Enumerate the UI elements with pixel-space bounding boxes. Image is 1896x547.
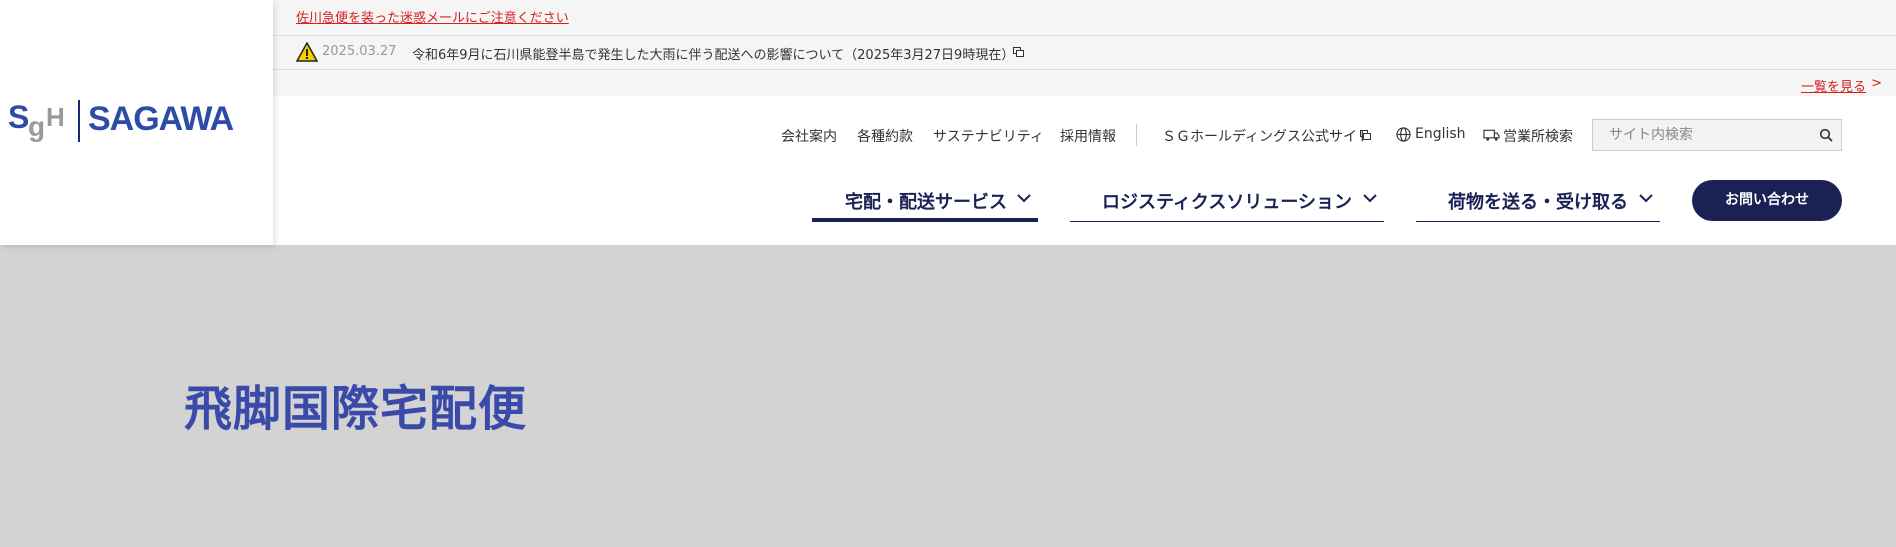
warning-icon: [296, 42, 318, 62]
util-link-office-search[interactable]: 営業所検索: [1503, 126, 1573, 146]
util-link-company[interactable]: 会社案内: [781, 126, 837, 146]
util-separator: [1136, 124, 1137, 146]
search-input[interactable]: [1593, 120, 1813, 150]
nav-underline: [1416, 221, 1660, 222]
globe-icon: [1396, 127, 1411, 142]
util-link-terms[interactable]: 各種約款: [857, 126, 913, 146]
util-link-english[interactable]: English: [1415, 126, 1466, 142]
main-nav-send-receive[interactable]: 荷物を送る・受け取る: [1416, 186, 1660, 222]
util-link-sgh[interactable]: ＳＧホールディングス公式サイト: [1162, 126, 1371, 146]
chevron-right-icon: >: [1871, 76, 1882, 91]
truck-icon: [1483, 129, 1500, 141]
scam-warning-link[interactable]: 佐川急便を装った迷惑メールにご注意ください: [296, 7, 569, 26]
hero-section: 飛脚国際宅配便: [0, 245, 1896, 547]
sagawa-logo-text: SAGAWA: [88, 100, 234, 138]
view-all-link[interactable]: 一覧を見る: [1801, 76, 1866, 95]
chevron-down-icon: [1017, 194, 1031, 203]
site-search: [1592, 119, 1842, 151]
logo-divider: [78, 100, 80, 142]
util-link-recruit[interactable]: 採用情報: [1060, 126, 1116, 146]
contact-button[interactable]: お問い合わせ: [1692, 180, 1842, 221]
page-title: 飛脚国際宅配便: [184, 381, 528, 437]
external-link-icon: [1013, 47, 1024, 57]
notice-date: 2025.03.27: [322, 44, 397, 59]
sgh-logo-mark: S g H: [8, 99, 65, 142]
external-link-icon: [1360, 130, 1371, 140]
nav-underline: [1070, 221, 1384, 222]
main-nav-logistics[interactable]: ロジスティクスソリューション: [1070, 186, 1384, 222]
notice-link[interactable]: 令和6年9月に石川県能登半島で発生した大雨に伴う配送への影響について（2025年…: [412, 44, 1014, 63]
notice-area: 佐川急便を装った迷惑メールにご注意ください 2025.03.27 令和6年9月に…: [0, 0, 1896, 96]
main-nav-label: 宅配・配送サービス: [845, 192, 1007, 213]
util-link-sustainability[interactable]: サステナビリティ: [933, 126, 1044, 146]
svg-text:g: g: [28, 111, 45, 142]
chevron-down-icon: [1639, 194, 1653, 203]
main-nav-label: 荷物を送る・受け取る: [1448, 192, 1628, 213]
chevron-down-icon: [1363, 194, 1377, 203]
svg-text:S: S: [8, 99, 29, 135]
main-nav-label: ロジスティクスソリューション: [1102, 192, 1353, 213]
logo-container[interactable]: S g H SAGAWA: [0, 0, 273, 245]
scam-notice-row: 佐川急便を装った迷惑メールにご注意ください: [0, 0, 1896, 36]
active-underline: [812, 218, 1038, 222]
search-icon[interactable]: [1819, 128, 1833, 142]
news-notice-row: 2025.03.27 令和6年9月に石川県能登半島で発生した大雨に伴う配送への影…: [0, 36, 1896, 70]
svg-text:H: H: [46, 102, 65, 132]
main-nav-delivery[interactable]: 宅配・配送サービス: [812, 186, 1038, 222]
